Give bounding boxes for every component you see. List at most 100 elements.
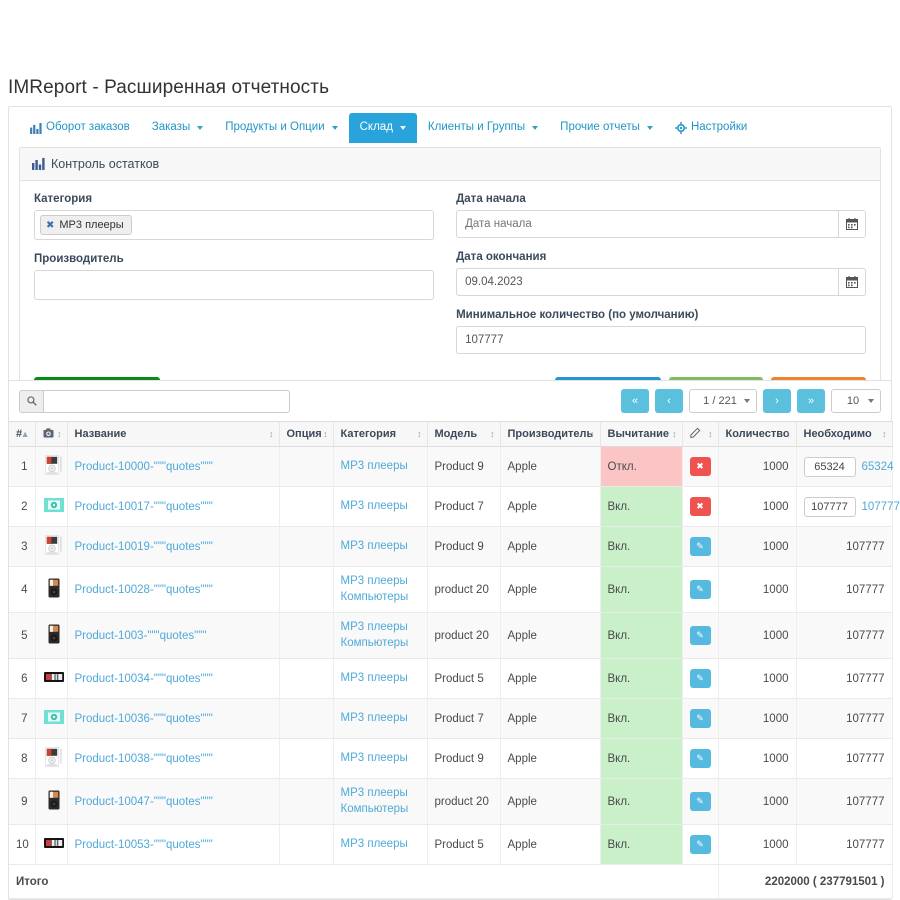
edit-row-button[interactable]: ✎ xyxy=(690,792,711,811)
category-link[interactable]: Компьютеры xyxy=(341,590,420,606)
edit-row-button[interactable]: ✎ xyxy=(690,709,711,728)
column-header-name[interactable]: Название↕ xyxy=(67,422,279,447)
category-link[interactable]: MP3 плееры xyxy=(341,786,420,802)
sort-indicator[interactable]: ↕ xyxy=(590,429,595,439)
edit-row-button[interactable]: ✎ xyxy=(690,626,711,645)
column-header-label: Модель xyxy=(435,428,478,440)
page-select[interactable]: 1 / 221 xyxy=(689,389,757,413)
category-link[interactable]: MP3 плееры xyxy=(341,499,420,515)
nav-tab-7[interactable]: Настройки xyxy=(664,113,758,143)
category-link[interactable]: MP3 плееры xyxy=(341,574,420,590)
sort-indicator[interactable]: ↕ xyxy=(269,429,274,439)
column-header-quantity[interactable]: Количество↕ xyxy=(718,422,796,447)
remove-tag-icon[interactable]: ✖ xyxy=(46,219,54,232)
needed-input[interactable] xyxy=(804,497,856,517)
date-start-input[interactable] xyxy=(456,210,838,238)
page-size-select[interactable]: 10 xyxy=(831,389,881,413)
needed-value[interactable]: 107777 xyxy=(862,501,900,513)
product-thumbnail xyxy=(35,527,67,567)
nav-tab-2[interactable]: Заказы xyxy=(141,113,214,143)
needed-input[interactable] xyxy=(804,457,856,477)
row-index: 2 xyxy=(9,487,35,527)
product-link[interactable]: Product-10017-"""quotes""" xyxy=(75,501,213,513)
product-link[interactable]: Product-10053-"""quotes""" xyxy=(75,839,213,851)
nav-tab-5[interactable]: Клиенты и Группы xyxy=(417,113,549,143)
category-link[interactable]: MP3 плееры xyxy=(341,459,420,475)
table-row: 3Product-10019-"""quotes"""MP3 плеерыPro… xyxy=(9,527,892,567)
column-header-subtract[interactable]: Вычитание↕ xyxy=(600,422,682,447)
column-header-category[interactable]: Категория↕ xyxy=(333,422,427,447)
sort-indicator[interactable]: ▲ xyxy=(21,429,30,439)
sort-indicator[interactable]: ↕ xyxy=(882,429,887,439)
product-link[interactable]: Product-10000-"""quotes""" xyxy=(75,461,213,473)
calendar-icon[interactable] xyxy=(838,268,866,296)
product-link[interactable]: Product-1003-"""quotes""" xyxy=(75,630,207,642)
edit-row-button[interactable]: ✎ xyxy=(690,669,711,688)
sort-indicator[interactable]: ↕ xyxy=(417,429,422,439)
product-name-cell: Product-10019-"""quotes""" xyxy=(67,527,279,567)
date-end-input[interactable] xyxy=(456,268,838,296)
sort-indicator[interactable]: ↕ xyxy=(708,429,713,439)
pagination-first-button[interactable]: « xyxy=(621,389,649,413)
sort-indicator[interactable]: ↕ xyxy=(57,429,62,439)
nav-tab-3[interactable]: Продукты и Опции xyxy=(214,113,348,143)
model-cell: Product 9 xyxy=(427,447,500,487)
manufacturer-input[interactable] xyxy=(34,270,434,300)
category-tag[interactable]: ✖ MP3 плееры xyxy=(40,215,132,235)
sort-indicator[interactable]: ↕ xyxy=(490,429,495,439)
manufacturer-cell: Apple xyxy=(500,527,600,567)
category-cell: MP3 плееры xyxy=(333,447,427,487)
category-link[interactable]: MP3 плееры xyxy=(341,711,420,727)
pagination-last-button[interactable]: » xyxy=(797,389,825,413)
sort-indicator[interactable]: ↕ xyxy=(786,429,791,439)
pagination-prev-button[interactable]: ‹ xyxy=(655,389,683,413)
edit-row-button[interactable]: ✎ xyxy=(690,835,711,854)
needed-value[interactable]: 65324 xyxy=(862,461,894,473)
sort-indicator[interactable]: ↕ xyxy=(672,429,677,439)
page-title: IMReport - Расширенная отчетность xyxy=(8,77,329,99)
bar-chart-icon xyxy=(30,123,42,134)
sort-indicator[interactable]: ↕ xyxy=(323,429,328,439)
category-link[interactable]: MP3 плееры xyxy=(341,620,420,636)
column-header-photo[interactable]: ↕ xyxy=(35,422,67,447)
category-link[interactable]: MP3 плееры xyxy=(341,751,420,767)
nav-tab-4[interactable]: Склад xyxy=(349,113,417,143)
nav-tab-6[interactable]: Прочие отчеты xyxy=(549,113,664,143)
pagination: « ‹ 1 / 221 › » 10 xyxy=(621,389,881,413)
category-link[interactable]: MP3 плееры xyxy=(341,671,420,687)
needed-cell: 107777 xyxy=(796,527,892,567)
edit-row-button[interactable]: ✎ xyxy=(690,580,711,599)
model-cell: Product 9 xyxy=(427,739,500,779)
delete-row-button[interactable]: ✖ xyxy=(690,497,711,516)
nav-tab-1[interactable]: Оборот заказов xyxy=(19,113,141,143)
min-qty-input[interactable] xyxy=(456,326,866,354)
pagination-next-button[interactable]: › xyxy=(763,389,791,413)
product-link[interactable]: Product-10034-"""quotes""" xyxy=(75,673,213,685)
column-header-manufacturer[interactable]: Производитель↕ xyxy=(500,422,600,447)
column-header-needed[interactable]: Необходимо↕ xyxy=(796,422,892,447)
edit-row-button[interactable]: ✎ xyxy=(690,749,711,768)
category-link[interactable]: Компьютеры xyxy=(341,636,420,652)
column-header-model[interactable]: Модель ↕ xyxy=(427,422,500,447)
column-header-option[interactable]: Опция↕ xyxy=(279,422,333,447)
table-header: #▲↕Название↕Опция↕Категория↕Модель↕Произ… xyxy=(9,422,892,447)
column-header-idx[interactable]: #▲ xyxy=(9,422,35,447)
category-select[interactable]: ✖ MP3 плееры xyxy=(34,210,434,240)
delete-row-button[interactable]: ✖ xyxy=(690,457,711,476)
category-link[interactable]: Компьютеры xyxy=(341,802,420,818)
manufacturer-cell: Apple xyxy=(500,487,600,527)
product-link[interactable]: Product-10019-"""quotes""" xyxy=(75,541,213,553)
calendar-icon[interactable] xyxy=(838,210,866,238)
chevron-down-icon xyxy=(197,126,203,130)
search-input[interactable] xyxy=(43,390,290,413)
edit-row-button[interactable]: ✎ xyxy=(690,537,711,556)
product-link[interactable]: Product-10038-"""quotes""" xyxy=(75,753,213,765)
category-link[interactable]: MP3 плееры xyxy=(341,837,420,853)
column-header-edit[interactable]: ↕ xyxy=(682,422,718,447)
product-link[interactable]: Product-10036-"""quotes""" xyxy=(75,713,213,725)
product-link[interactable]: Product-10047-"""quotes""" xyxy=(75,796,213,808)
column-header-label: Опция xyxy=(287,428,322,440)
product-link[interactable]: Product-10028-"""quotes""" xyxy=(75,584,213,596)
category-link[interactable]: MP3 плееры xyxy=(341,539,420,555)
category-cell: MP3 плеерыКомпьютеры xyxy=(333,567,427,613)
